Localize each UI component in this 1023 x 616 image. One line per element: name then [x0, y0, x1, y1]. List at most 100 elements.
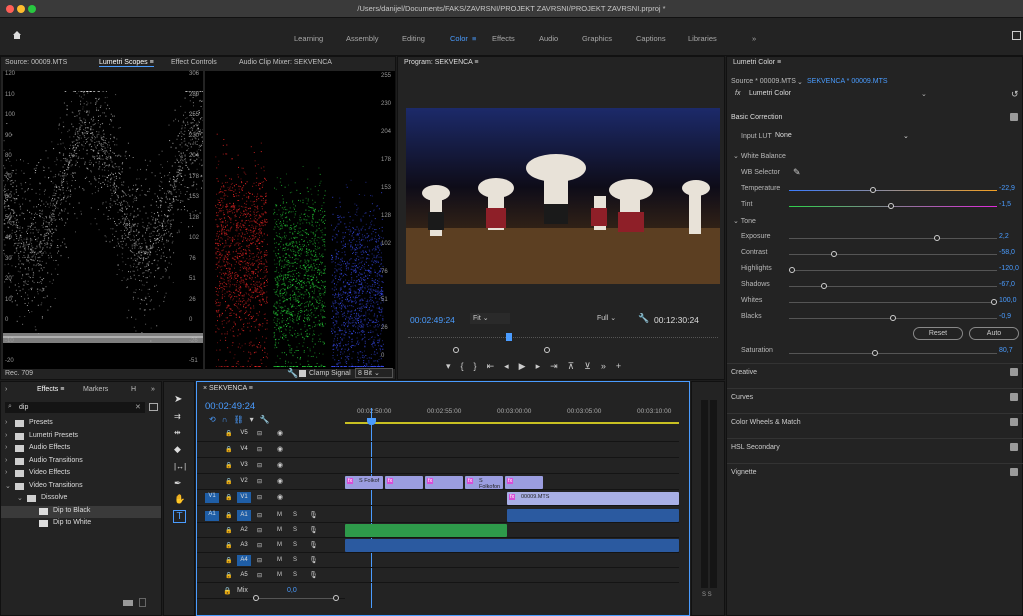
mute-button[interactable]: M: [277, 572, 282, 578]
slider-knob[interactable]: [890, 315, 896, 321]
sync-lock-icon[interactable]: ⊟: [257, 557, 262, 564]
tab-history[interactable]: H: [131, 386, 136, 393]
mark-in-button[interactable]: {: [461, 361, 474, 371]
tab-effects[interactable]: Effects ≡: [37, 386, 64, 393]
zoom-handle-right[interactable]: [544, 347, 550, 353]
sync-lock-icon[interactable]: ⊟: [257, 527, 262, 534]
zoom-handle-right[interactable]: [333, 595, 339, 601]
play-button[interactable]: ▶: [519, 361, 536, 371]
source-patch[interactable]: V1: [205, 493, 219, 503]
selection-tool-icon[interactable]: ➤: [174, 394, 182, 405]
effects-tree-item[interactable]: › Video Effects: [1, 468, 161, 480]
solo-button[interactable]: S: [293, 512, 297, 518]
panel-expand-icon[interactable]: ›: [5, 386, 7, 393]
lock-icon[interactable]: 🔒: [225, 494, 232, 501]
track-target-a4[interactable]: A4: [237, 555, 251, 566]
eyedropper-icon[interactable]: ✎: [793, 167, 801, 178]
more-tabs-icon[interactable]: »: [151, 386, 155, 393]
v2-clip[interactable]: fx S Folkofon: [465, 476, 503, 490]
track-select-tool-icon[interactable]: ⇉: [174, 412, 181, 421]
lift-button[interactable]: ⊼: [568, 361, 585, 371]
effects-tree-item[interactable]: ⌄ Video Transitions: [1, 481, 161, 493]
mute-button[interactable]: M: [277, 542, 282, 548]
zoom-handle-left[interactable]: [253, 595, 259, 601]
settings-wrench-icon[interactable]: 🔧: [638, 313, 649, 324]
track-target-a2[interactable]: A2: [237, 525, 251, 536]
v2-clip[interactable]: fx: [385, 476, 423, 489]
solo-button[interactable]: S: [293, 527, 297, 533]
linked-selection-icon[interactable]: ⛓: [233, 415, 249, 424]
hand-tool-icon[interactable]: ✋: [174, 494, 185, 505]
snap-icon[interactable]: ∩: [222, 415, 234, 424]
v2-clip[interactable]: fx: [505, 476, 543, 489]
sync-lock-icon[interactable]: ⊟: [257, 430, 262, 437]
section-header[interactable]: Curves: [731, 394, 753, 401]
workspace-libraries[interactable]: Libraries: [688, 34, 717, 43]
step-forward-button[interactable]: ▸: [536, 361, 551, 371]
go-to-out-button[interactable]: ⇥: [550, 361, 568, 371]
effects-tree-item[interactable]: › Lumetri Presets: [1, 431, 161, 443]
eye-icon[interactable]: ◉: [277, 477, 283, 485]
lock-icon[interactable]: 🔒: [225, 527, 232, 534]
slider-value[interactable]: 100,0: [999, 297, 1017, 304]
workspace-captions[interactable]: Captions: [636, 34, 666, 43]
track-target-a5[interactable]: A5: [237, 570, 251, 581]
a2-clip[interactable]: [345, 524, 507, 537]
slider-track-0[interactable]: [789, 187, 997, 193]
workspace-audio[interactable]: Audio: [539, 34, 558, 43]
workspace-graphics[interactable]: Graphics: [582, 34, 612, 43]
slider-track-4[interactable]: [789, 267, 997, 273]
lock-icon[interactable]: 🔒: [225, 512, 232, 519]
sync-lock-icon[interactable]: ⊟: [257, 478, 262, 485]
section-checkbox[interactable]: [1010, 368, 1018, 376]
settings-wrench-icon[interactable]: 🔧: [287, 368, 298, 379]
playhead-marker[interactable]: [506, 333, 512, 341]
new-bin-icon[interactable]: [149, 403, 158, 411]
mark-out-button[interactable]: }: [474, 361, 487, 371]
reset-effect-icon[interactable]: ↺: [1011, 89, 1019, 100]
lock-icon[interactable]: 🔒: [223, 587, 232, 595]
slider-value[interactable]: -58,0: [999, 249, 1015, 256]
mix-value[interactable]: 0,0: [287, 587, 297, 594]
timeline-zoom-bar[interactable]: [253, 598, 333, 599]
slider-knob[interactable]: [869, 187, 876, 193]
slider-knob[interactable]: [821, 283, 828, 289]
v2-clip[interactable]: fx: [425, 476, 463, 489]
mic-icon[interactable]: 🎙: [309, 571, 318, 579]
zoom-handle-left[interactable]: [453, 347, 459, 353]
mute-button[interactable]: M: [277, 512, 282, 518]
sync-lock-icon[interactable]: ⊟: [257, 572, 262, 579]
source-patch[interactable]: A1: [205, 511, 219, 521]
add-marker-button[interactable]: ▾: [446, 361, 461, 371]
slip-tool-icon[interactable]: |↔|: [174, 462, 186, 471]
program-timecode[interactable]: 00:02:49:24: [410, 315, 455, 325]
section-header[interactable]: Vignette: [731, 469, 757, 476]
section-checkbox[interactable]: [1010, 393, 1018, 401]
mic-icon[interactable]: 🎙: [309, 511, 318, 519]
more-controls-button[interactable]: »: [601, 361, 616, 371]
razor-tool-icon[interactable]: ◆: [174, 444, 181, 455]
lock-icon[interactable]: 🔒: [225, 542, 232, 549]
tab-effect-controls[interactable]: Effect Controls: [171, 59, 217, 66]
workspace-color[interactable]: Color: [450, 34, 468, 43]
lock-icon[interactable]: 🔒: [225, 430, 232, 437]
mute-button[interactable]: M: [277, 527, 282, 533]
mute-button[interactable]: M: [277, 557, 282, 563]
timeline-settings-icon[interactable]: 🔧: [260, 415, 276, 424]
playback-quality-select[interactable]: Full ⌄: [594, 313, 634, 324]
lock-icon[interactable]: 🔒: [225, 478, 232, 485]
home-icon[interactable]: [12, 30, 22, 40]
tab-lumetri-scopes[interactable]: Lumetri Scopes ≡: [99, 59, 154, 67]
a3-clip[interactable]: [345, 539, 679, 552]
lumetri-sequence-label[interactable]: SEKVENCA * 00009.MTS: [807, 78, 888, 85]
step-back-button[interactable]: ◂: [504, 361, 519, 371]
tab-source[interactable]: Source: 00009.MTS: [5, 59, 67, 66]
v1-clip[interactable]: fx 00009.MTS: [507, 492, 679, 505]
section-checkbox[interactable]: [1010, 468, 1018, 476]
lock-icon[interactable]: 🔒: [225, 462, 232, 469]
zoom-fit-select[interactable]: Fit ⌄: [470, 313, 510, 324]
meter-solo-label[interactable]: S S: [702, 592, 712, 598]
trash-icon[interactable]: [139, 598, 146, 607]
sync-lock-icon[interactable]: ⊟: [257, 542, 262, 549]
work-area-bar[interactable]: [345, 422, 679, 424]
